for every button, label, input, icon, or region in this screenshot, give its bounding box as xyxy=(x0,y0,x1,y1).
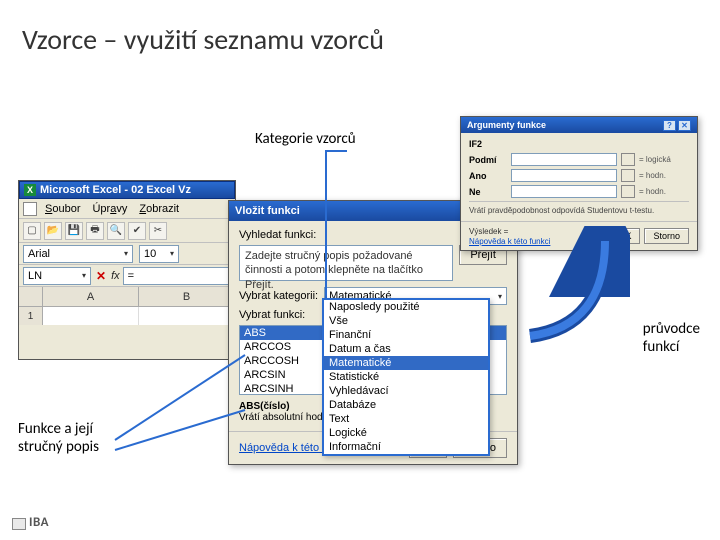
spell-icon[interactable]: ✔ xyxy=(128,222,146,240)
args-signature: IF2 xyxy=(469,139,689,149)
arg-row-1: Ano = hodn. xyxy=(469,169,689,182)
cat-item[interactable]: Logické xyxy=(324,426,488,440)
chevron-down-icon: ▾ xyxy=(82,271,86,280)
arg-value: = hodn. xyxy=(639,187,689,196)
range-picker-icon[interactable] xyxy=(621,185,635,198)
excel-app-icon: X xyxy=(24,184,36,196)
fx-label-icon[interactable]: fx xyxy=(111,270,123,282)
chevron-down-icon: ▾ xyxy=(498,292,502,301)
name-box-value: LN xyxy=(28,270,42,282)
slide-title: Vzorce – využití seznamu vzorců xyxy=(22,22,384,57)
arg-value: = logická xyxy=(639,155,689,164)
curved-arrow-icon xyxy=(510,226,630,346)
funkce-l1: Funkce a její xyxy=(18,420,93,438)
name-box[interactable]: LN ▾ xyxy=(23,267,91,285)
logo-text: IBA xyxy=(29,515,49,530)
arg-label: Podmí xyxy=(469,155,507,165)
args-description: Vrátí pravděpodobnost odpovídá Studentov… xyxy=(469,201,689,215)
font-size-value: 10 xyxy=(144,248,156,260)
grid-row-1: 1 xyxy=(19,307,235,325)
column-header-B[interactable]: B xyxy=(139,287,235,306)
arg-row-0: Podmí = logická xyxy=(469,153,689,166)
excel-title-text: Microsoft Excel - 02 Excel Vz xyxy=(40,184,191,196)
cat-item[interactable]: Datum a čas xyxy=(324,342,488,356)
excel-fontrow: Arial ▾ 10 ▾ xyxy=(19,243,235,265)
logo: IBA xyxy=(12,515,49,530)
font-size-select[interactable]: 10 ▾ xyxy=(139,245,179,263)
print-icon[interactable]: 🖶 xyxy=(86,222,104,240)
menu-soubor[interactable]: SSouboroubor xyxy=(41,202,84,216)
range-picker-icon[interactable] xyxy=(621,153,635,166)
document-icon xyxy=(23,202,37,216)
arg-label: Ano xyxy=(469,171,507,181)
cell-B1[interactable] xyxy=(139,307,235,325)
args-titlebar: Argumenty funkce ? ✕ xyxy=(461,117,697,133)
excel-titlebar: X Microsoft Excel - 02 Excel Vz xyxy=(19,181,235,199)
cat-item[interactable]: Vše xyxy=(324,314,488,328)
category-label: Vybrat kategorii: xyxy=(239,290,318,302)
excel-menubar: SSouboroubor Úpravy Zobrazit xyxy=(19,199,235,219)
save-icon[interactable]: 💾 xyxy=(65,222,83,240)
cat-item[interactable]: Databáze xyxy=(324,398,488,412)
cancel-formula-icon[interactable]: ✕ xyxy=(91,269,111,283)
formula-text: = xyxy=(128,270,134,282)
label-kategorie: Kategorie vzorců xyxy=(255,130,356,148)
arg-input[interactable] xyxy=(511,153,617,166)
help-icon[interactable]: ? xyxy=(663,120,676,131)
close-icon[interactable]: ✕ xyxy=(678,120,691,131)
label-pruvodce: průvodce funkcí xyxy=(643,320,700,356)
font-name-select[interactable]: Arial ▾ xyxy=(23,245,133,263)
insert-dialog-title: Vložit funkci xyxy=(235,205,300,217)
menu-upravy[interactable]: Úpravy xyxy=(88,202,131,216)
row-header-1[interactable]: 1 xyxy=(19,307,43,325)
excel-formula-row: LN ▾ ✕ fx = xyxy=(19,265,235,287)
search-function-input[interactable]: Zadejte stručný popis požadované činnost… xyxy=(239,245,453,281)
cat-item[interactable]: Text xyxy=(324,412,488,426)
args-title: Argumenty funkce xyxy=(467,120,546,130)
column-header-A[interactable]: A xyxy=(43,287,139,306)
chevron-down-icon: ▾ xyxy=(124,249,128,258)
label-funkce: Funkce a její stručný popis xyxy=(18,420,99,456)
pointer-lines-funkce xyxy=(115,430,295,495)
funkce-l2: stručný popis xyxy=(18,438,99,456)
pruvodce-l1: průvodce xyxy=(643,320,700,338)
range-picker-icon[interactable] xyxy=(621,169,635,182)
category-dropdown-list[interactable]: Naposledy použité Vše Finanční Datum a č… xyxy=(322,298,490,456)
cat-item[interactable]: Statistické xyxy=(324,370,488,384)
preview-icon[interactable]: 🔍 xyxy=(107,222,125,240)
arg-value: = hodn. xyxy=(639,171,689,180)
open-icon[interactable]: 📂 xyxy=(44,222,62,240)
pointer-line-kategorie xyxy=(325,150,327,298)
cat-item-selected[interactable]: Matematické xyxy=(324,356,488,370)
chevron-down-icon: ▾ xyxy=(170,249,174,258)
arg-input[interactable] xyxy=(511,185,617,198)
cat-item[interactable]: Finanční xyxy=(324,328,488,342)
arg-input[interactable] xyxy=(511,169,617,182)
cat-item[interactable]: Informační xyxy=(324,440,488,454)
cat-item[interactable]: Naposledy použité xyxy=(324,300,488,314)
pruvodce-l2: funkcí xyxy=(643,338,680,356)
logo-box-icon xyxy=(12,518,26,530)
arg-row-2: Ne = hodn. xyxy=(469,185,689,198)
column-header-row: A B xyxy=(19,287,235,307)
cat-item[interactable]: Vyhledávací xyxy=(324,384,488,398)
excel-toolbar: ▢ 📂 💾 🖶 🔍 ✔ ✂ xyxy=(19,219,235,243)
cancel-button[interactable]: Storno xyxy=(644,228,689,244)
select-all-corner[interactable] xyxy=(19,287,43,306)
font-name-value: Arial xyxy=(28,248,50,260)
menu-zobrazit[interactable]: Zobrazit xyxy=(135,202,183,216)
excel-window: X Microsoft Excel - 02 Excel Vz SSouboro… xyxy=(18,180,236,360)
new-icon[interactable]: ▢ xyxy=(23,222,41,240)
result-label: Výsledek = xyxy=(469,227,508,236)
formula-bar[interactable]: = xyxy=(123,267,235,285)
arg-label: Ne xyxy=(469,187,507,197)
cut-icon[interactable]: ✂ xyxy=(149,222,167,240)
cell-A1[interactable] xyxy=(43,307,139,325)
